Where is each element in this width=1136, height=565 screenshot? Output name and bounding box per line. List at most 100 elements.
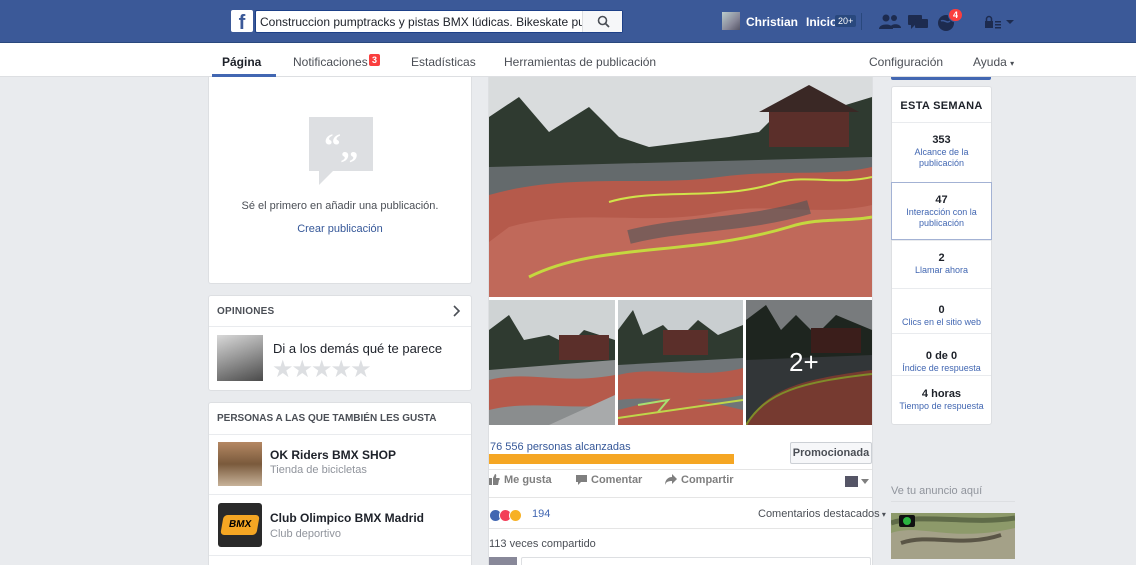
- chevron-down-icon: ▾: [1010, 59, 1015, 68]
- stat-response-time[interactable]: 4 horas Tiempo de respuesta: [892, 377, 991, 421]
- also-like-card: PERSONAS A LAS QUE TAMBIÉN LES GUSTA OK …: [208, 402, 472, 565]
- reaction-count[interactable]: 194: [532, 508, 550, 520]
- page-name-link[interactable]: Club Olimpico BMX Madrid: [270, 511, 424, 525]
- stat-engagement[interactable]: 47 Interacción con la publicación: [891, 182, 992, 240]
- friend-requests-icon[interactable]: [878, 12, 902, 32]
- tab-estadisticas[interactable]: Estadísticas: [411, 55, 476, 69]
- divider: [209, 555, 471, 556]
- comment-button[interactable]: Comentar: [576, 474, 642, 486]
- divider: [489, 497, 872, 498]
- share-button[interactable]: Compartir: [665, 474, 734, 486]
- user-avatar[interactable]: [722, 12, 740, 30]
- avatar: [217, 335, 263, 381]
- week-card-top-bar: [891, 77, 991, 80]
- help-label: Ayuda: [973, 55, 1007, 69]
- top-bar: f Construccion pumptracks y pistas BMX l…: [0, 0, 1136, 43]
- post-as-avatar[interactable]: [845, 476, 858, 487]
- chevron-down-icon[interactable]: [861, 479, 869, 485]
- page-category: Tienda de bicicletas: [270, 464, 367, 476]
- empty-state-text: Sé el primero en añadir una publicación.: [241, 200, 439, 212]
- search-button[interactable]: [582, 11, 622, 32]
- stat-value: 353: [932, 134, 951, 146]
- post-card: 2+ 76 556 personas alcanzadas Promociona…: [488, 77, 886, 565]
- thumbs-up-icon: [489, 474, 500, 485]
- stat-value: 2: [938, 252, 945, 264]
- also-like-header: PERSONAS A LAS QUE TAMBIÉN LES GUSTA: [217, 413, 437, 424]
- chevron-right-icon[interactable]: [453, 305, 461, 317]
- messages-icon[interactable]: [906, 12, 930, 32]
- create-post-link[interactable]: Crear publicación: [209, 223, 471, 235]
- divider: [209, 494, 471, 495]
- search-input[interactable]: Construccion pumptracks y pistas BMX lúd…: [255, 10, 623, 33]
- stat-call-now[interactable]: 2 Llamar ahora: [892, 241, 991, 287]
- posts-empty-card: “,, Sé el primero en añadir una publicac…: [208, 77, 472, 284]
- page-name-link[interactable]: OK Riders BMX SHOP: [270, 448, 396, 462]
- user-name-link[interactable]: Christian: [746, 15, 798, 29]
- star-rating-input[interactable]: ★★★★★: [272, 355, 372, 384]
- top-comments-dropdown[interactable]: Comentarios destacados ▾: [758, 508, 886, 520]
- top-comments-label: Comentarios destacados: [758, 508, 880, 520]
- divider: [892, 288, 991, 289]
- home-badge: 20+: [835, 15, 857, 27]
- tab-pagina[interactable]: Página: [222, 55, 261, 69]
- menu-arrow-icon[interactable]: [1005, 17, 1015, 27]
- privacy-lock-icon[interactable]: [983, 15, 1003, 29]
- ad-preview-image[interactable]: [891, 513, 1015, 559]
- post-main-photo[interactable]: [489, 77, 872, 297]
- reach-bar-fill: [489, 454, 734, 464]
- page-thumbnail[interactable]: [218, 442, 262, 486]
- page-thumbnail[interactable]: BMX: [218, 503, 262, 547]
- stat-label: Clics en el sitio web: [901, 317, 982, 327]
- stat-value: 0 de 0: [925, 350, 958, 362]
- post-photo-thumb[interactable]: [618, 300, 743, 425]
- stat-label: Llamar ahora: [914, 265, 969, 275]
- stat-label: Índice de respuesta: [902, 363, 981, 373]
- search-icon: [597, 15, 610, 28]
- stat-value: 4 horas: [921, 388, 962, 400]
- notifications-badge: 4: [948, 8, 964, 22]
- tab-configuracion[interactable]: Configuración: [869, 55, 943, 69]
- topbar-divider: [861, 13, 862, 30]
- comment-icon: [576, 475, 587, 485]
- this-week-title: ESTA SEMANA: [900, 100, 983, 112]
- promoted-button[interactable]: Promocionada: [790, 442, 872, 464]
- search-input-value[interactable]: Construccion pumptracks y pistas BMX lúd…: [260, 15, 582, 29]
- stat-label: Tiempo de respuesta: [899, 401, 984, 411]
- reach-text[interactable]: 76 556 personas alcanzadas: [489, 441, 631, 453]
- facebook-logo-icon[interactable]: f: [231, 10, 253, 32]
- more-photos-label[interactable]: 2+: [789, 347, 819, 378]
- divider: [489, 469, 872, 470]
- page-category: Club deportivo: [270, 528, 341, 540]
- divider: [489, 528, 872, 529]
- notifications-tab-badge: 3: [369, 54, 381, 66]
- tab-ayuda[interactable]: Ayuda ▾: [973, 55, 1014, 69]
- comment-label: Comentar: [591, 474, 643, 486]
- reviews-card: OPINIONES Di a los demás qué te parece ★…: [208, 295, 472, 391]
- post-photo-thumb[interactable]: [489, 300, 615, 425]
- stat-reach[interactable]: 353 Alcance de la publicación: [892, 123, 991, 181]
- reactions-summary[interactable]: [489, 508, 522, 523]
- stat-label: Alcance de la publicación: [914, 147, 969, 168]
- home-link[interactable]: Inicio: [806, 15, 837, 29]
- stat-label: Interacción con la publicación: [906, 207, 977, 228]
- stat-value: 0: [938, 304, 945, 316]
- tab-herramientas[interactable]: Herramientas de publicación: [504, 55, 656, 69]
- stat-website-clicks[interactable]: 0 Clics en el sitio web: [892, 293, 991, 337]
- divider: [209, 434, 471, 435]
- divider: [209, 326, 471, 327]
- bmx-logo: BMX: [220, 515, 260, 535]
- divider: [891, 501, 1015, 502]
- chevron-down-icon: ▾: [879, 510, 886, 519]
- review-prompt: Di a los demás qué te parece: [273, 341, 443, 356]
- stat-response-rate[interactable]: 0 de 0 Índice de respuesta: [892, 339, 991, 379]
- shares-count[interactable]: 113 veces compartido: [489, 538, 596, 550]
- comment-input[interactable]: [521, 557, 871, 565]
- like-button[interactable]: Me gusta: [489, 474, 552, 486]
- ad-preview-label[interactable]: Ve tu anuncio aquí: [891, 485, 982, 497]
- divider: [892, 375, 991, 376]
- this-week-card: ESTA SEMANA 353 Alcance de la publicació…: [891, 86, 992, 425]
- reviews-header[interactable]: OPINIONES: [217, 306, 274, 317]
- wow-reaction-icon: [509, 509, 522, 523]
- like-label: Me gusta: [504, 474, 552, 486]
- tab-notificaciones[interactable]: Notificaciones: [293, 55, 368, 69]
